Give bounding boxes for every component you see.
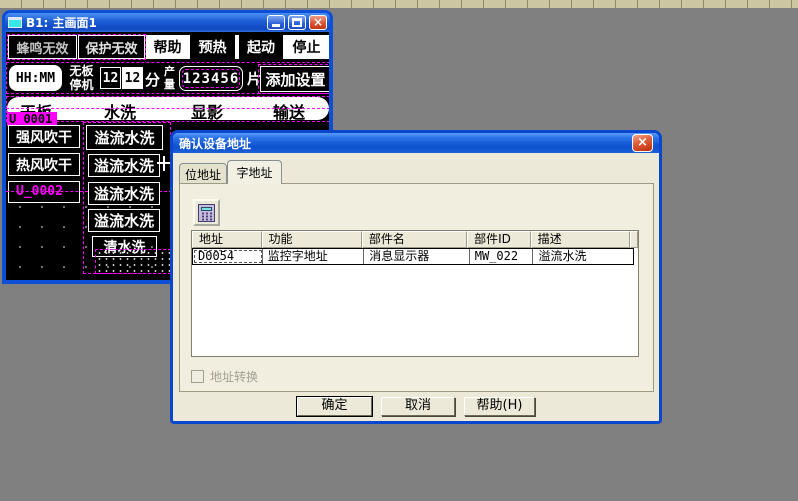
object-label-u0001[interactable]: U_0001 xyxy=(7,112,57,126)
minimize-icon xyxy=(272,24,280,27)
no-board-stop-label: 无板 停机 xyxy=(64,64,99,92)
address-convert-row: 地址转换 xyxy=(191,368,258,385)
stop-button[interactable]: 停止 xyxy=(283,35,329,59)
tab-bit-address[interactable]: 位地址 xyxy=(179,163,227,184)
hours-field[interactable]: 12 xyxy=(100,67,121,89)
cell-description[interactable]: 溢流水洗 xyxy=(533,249,633,264)
address-input-button[interactable] xyxy=(193,199,220,226)
section-develop[interactable]: 显影 xyxy=(191,99,223,123)
maximize-button[interactable] xyxy=(288,15,306,30)
address-table[interactable]: 地址 功能 部件名 部件ID 描述 D0054 监控字地址 消息显示器 MW_0… xyxy=(191,230,639,357)
header-address[interactable]: 地址 xyxy=(192,231,262,248)
header-filler xyxy=(630,231,638,248)
ok-button[interactable]: 确定 xyxy=(297,397,372,416)
protect-disable-button[interactable]: 保护无效 xyxy=(78,35,145,59)
strong-wind-dry-button[interactable]: 强风吹干 xyxy=(8,125,80,148)
production-label: 产 量 xyxy=(161,65,178,91)
maximize-icon xyxy=(292,18,302,27)
overflow-wash-button-2[interactable]: 溢流水洗 xyxy=(88,154,160,177)
header-description[interactable]: 描述 xyxy=(531,231,630,248)
close-icon: × xyxy=(313,15,323,29)
cell-part-name[interactable]: 消息显示器 xyxy=(364,249,470,264)
close-icon: × xyxy=(637,135,648,150)
cancel-button[interactable]: 取消 xyxy=(381,397,455,416)
calculator-icon xyxy=(198,204,215,222)
close-button[interactable]: × xyxy=(309,15,327,30)
minimize-button[interactable] xyxy=(267,15,285,30)
buzzer-disable-button[interactable]: 蜂鸣无效 xyxy=(8,35,77,59)
piece-unit-label: 片 xyxy=(247,69,261,89)
top-button-strip: 帮助 预热 起动 停止 xyxy=(146,35,329,59)
help-button[interactable]: 帮助(H) xyxy=(464,397,535,416)
section-transport[interactable]: 输送 xyxy=(273,99,305,123)
dialog-body: 位地址 字地址 地址 功能 部件名 部件ID 描述 xyxy=(173,153,659,421)
tab-word-address[interactable]: 字地址 xyxy=(227,160,282,184)
overflow-wash-button-1[interactable]: 溢流水洗 xyxy=(86,125,163,150)
window-icon xyxy=(8,17,22,28)
screen: B1: 主画面1 × 蜂鸣无效 保护无效 帮助 预热 起动 停止 HH:MM 无 xyxy=(0,0,798,501)
header-part-name[interactable]: 部件名 xyxy=(362,231,467,248)
editor-window-titlebar[interactable]: B1: 主画面1 × xyxy=(5,13,330,32)
help-button[interactable]: 帮助 xyxy=(146,35,189,59)
start-button[interactable]: 起动 xyxy=(239,35,283,59)
table-header-row: 地址 功能 部件名 部件ID 描述 xyxy=(192,231,638,248)
minute-unit-label: 分 xyxy=(145,69,160,90)
dialog-title: 确认设备地址 xyxy=(179,135,251,152)
preheat-button[interactable]: 预热 xyxy=(190,35,235,59)
cell-function[interactable]: 监控字地址 xyxy=(263,249,365,264)
dialog-titlebar[interactable]: 确认设备地址 × xyxy=(173,133,659,153)
address-convert-label: 地址转换 xyxy=(210,368,258,385)
address-convert-checkbox[interactable] xyxy=(191,370,204,383)
clock-display: HH:MM xyxy=(9,65,62,91)
selection-line xyxy=(6,108,329,109)
dialog-close-button[interactable]: × xyxy=(632,134,653,152)
tab-pane: 地址 功能 部件名 部件ID 描述 D0054 监控字地址 消息显示器 MW_0… xyxy=(179,183,654,392)
ruler-strip xyxy=(0,0,798,8)
header-part-id[interactable]: 部件ID xyxy=(467,231,531,248)
canvas-grid-dots xyxy=(9,197,174,277)
add-setting-button[interactable]: 添加设置 xyxy=(260,66,329,92)
minutes-field[interactable]: 12 xyxy=(122,67,143,89)
section-wash[interactable]: 水洗 xyxy=(104,99,136,123)
cell-address[interactable]: D0054 xyxy=(193,249,263,264)
header-function[interactable]: 功能 xyxy=(262,231,362,248)
hot-wind-dry-button[interactable]: 热风吹干 xyxy=(8,153,80,176)
counter-display[interactable]: 123456 xyxy=(179,66,243,91)
window-title: B1: 主画面1 xyxy=(26,14,97,31)
table-row[interactable]: D0054 监控字地址 消息显示器 MW_022 溢流水洗 xyxy=(192,248,634,265)
cell-part-id[interactable]: MW_022 xyxy=(470,249,534,264)
confirm-address-dialog: 确认设备地址 × 位地址 字地址 地址 功能 部件名 xyxy=(170,130,662,424)
dialog-buttons: 确定 取消 帮助(H) xyxy=(173,397,659,416)
